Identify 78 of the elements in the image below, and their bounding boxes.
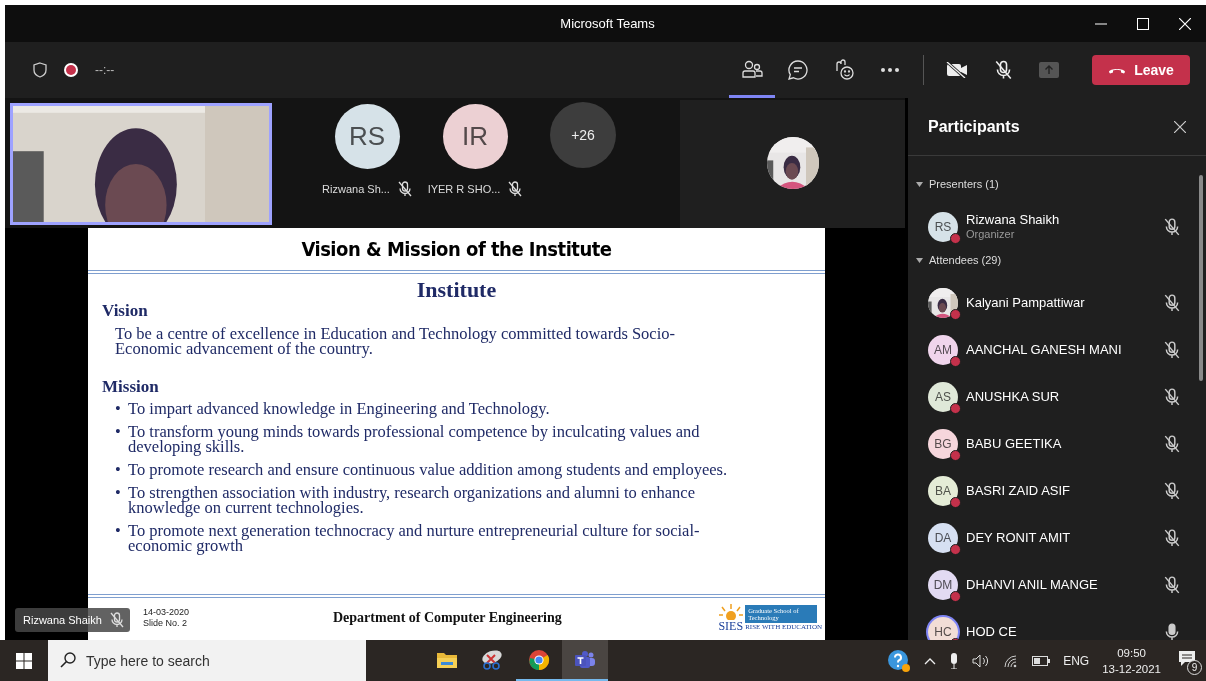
paragraph: To be a centre of excellence in Education and Technology committed towards Socio-Economic advancement of the country.	[115, 326, 677, 356]
participant-role: Organizer	[966, 226, 1016, 242]
language-indicator[interactable]: ENG	[1063, 653, 1090, 668]
bullet-icon: •	[115, 523, 128, 553]
participant-name: Rizwana Sh...	[322, 183, 390, 195]
chevron-up-icon[interactable]	[924, 656, 937, 665]
avatar: AM	[928, 334, 958, 365]
avatar: DM	[928, 569, 958, 600]
sun-logo-icon	[718, 604, 743, 620]
bullet-icon: •	[115, 485, 128, 515]
avatar: HC	[928, 616, 958, 640]
bullet-icon: •	[115, 401, 128, 416]
participant-name: BASRI ZAID ASIF	[966, 483, 1072, 498]
bullet-text: To strengthen association with industry, research organizations and alumni to enhance knowledge on current technologies.	[128, 485, 697, 515]
battery-icon[interactable]	[1032, 655, 1051, 666]
bullet-text: To promote research and ensure continuous value addition among students and employees.	[128, 462, 728, 477]
teams-icon[interactable]	[562, 640, 608, 681]
avatar: AS	[928, 381, 958, 412]
leave-button[interactable]: Leave	[1092, 55, 1190, 85]
participant-name: DEY RONIT AMIT	[966, 530, 1072, 545]
participant-name: DHANVI ANIL MANGE	[966, 577, 1099, 592]
section-heading: Mission	[102, 378, 160, 396]
bullet-icon: •	[115, 462, 128, 477]
avatar: BA	[928, 475, 958, 506]
avatar: IR	[442, 104, 508, 169]
notification-count: 9	[1187, 660, 1202, 675]
microphone-icon[interactable]	[949, 652, 960, 669]
participant-name: AANCHAL GANESH MANI	[966, 342, 1123, 357]
slide-heading: Institute	[415, 278, 498, 302]
camera-icon[interactable]	[946, 62, 968, 78]
department-name: Department of Computer Engineering	[332, 610, 563, 626]
status-dot	[950, 402, 961, 414]
avatar: RS	[928, 211, 958, 242]
windows-logo-icon[interactable]	[16, 652, 32, 669]
shield-icon	[33, 62, 47, 78]
status-dot	[950, 355, 961, 367]
logo-text: SIES	[718, 620, 744, 632]
caret-icon	[916, 181, 923, 187]
slide-date: 14-03-2020	[143, 607, 191, 618]
slide-number: Slide No. 2	[143, 618, 189, 629]
avatar: DA	[928, 522, 958, 553]
meeting-timer: --:--	[95, 63, 115, 77]
status-dot	[950, 496, 961, 508]
bullet-text: To impart advanced knowledge in Engineering and Technology.	[128, 401, 550, 416]
bullet-icon: •	[115, 424, 128, 454]
slide-title: Vision & Mission of the Institute	[88, 228, 825, 274]
participant-name: Rizwana Shaikh	[966, 211, 1061, 227]
scrollbar[interactable]	[1199, 175, 1203, 381]
search-field[interactable]: Type here to search	[48, 640, 366, 681]
avatar: RS	[334, 104, 400, 169]
caret-icon	[916, 257, 923, 263]
participant-name: IYER R SHO...	[427, 183, 501, 195]
microphone-icon[interactable]	[994, 60, 1012, 80]
participant-name: BABU GEETIKA	[966, 436, 1063, 451]
window-title: Microsoft Teams	[559, 16, 656, 31]
group-header[interactable]: Presenters (1)	[916, 178, 999, 190]
clock-date[interactable]: 13-12-2021	[1102, 660, 1161, 677]
group-header[interactable]: Attendees (29)	[916, 254, 1002, 266]
status-dot	[950, 543, 961, 555]
phone-icon	[1108, 66, 1127, 74]
section-heading: Vision	[102, 302, 149, 320]
participant-name: ANUSHKA SUR	[966, 389, 1061, 404]
status-dot	[950, 232, 961, 244]
more-participants-badge[interactable]: +26	[550, 102, 616, 168]
status-dot	[950, 449, 961, 461]
speaker-icon[interactable]	[972, 653, 991, 668]
participant-name: Kalyani Pampattiwar	[966, 295, 1086, 310]
participant-name: HOD CE	[966, 624, 1018, 639]
clock-time[interactable]: 09:50	[1102, 644, 1161, 661]
close-icon[interactable]	[1174, 120, 1186, 133]
status-dot	[950, 308, 961, 320]
bullet-text: To transform young minds towards professional competence by inculcating values and developing skills.	[128, 424, 701, 454]
avatar: BG	[928, 428, 958, 459]
help-icon[interactable]	[887, 648, 912, 673]
status-dot	[950, 590, 961, 602]
bullet-text: To promote next generation technocracy and nurture entrepreneurial culture for social-economic growth	[128, 523, 701, 553]
panel-title: Participants	[928, 117, 1021, 136]
presenter-name: Rizwana Shaikh	[23, 614, 102, 626]
